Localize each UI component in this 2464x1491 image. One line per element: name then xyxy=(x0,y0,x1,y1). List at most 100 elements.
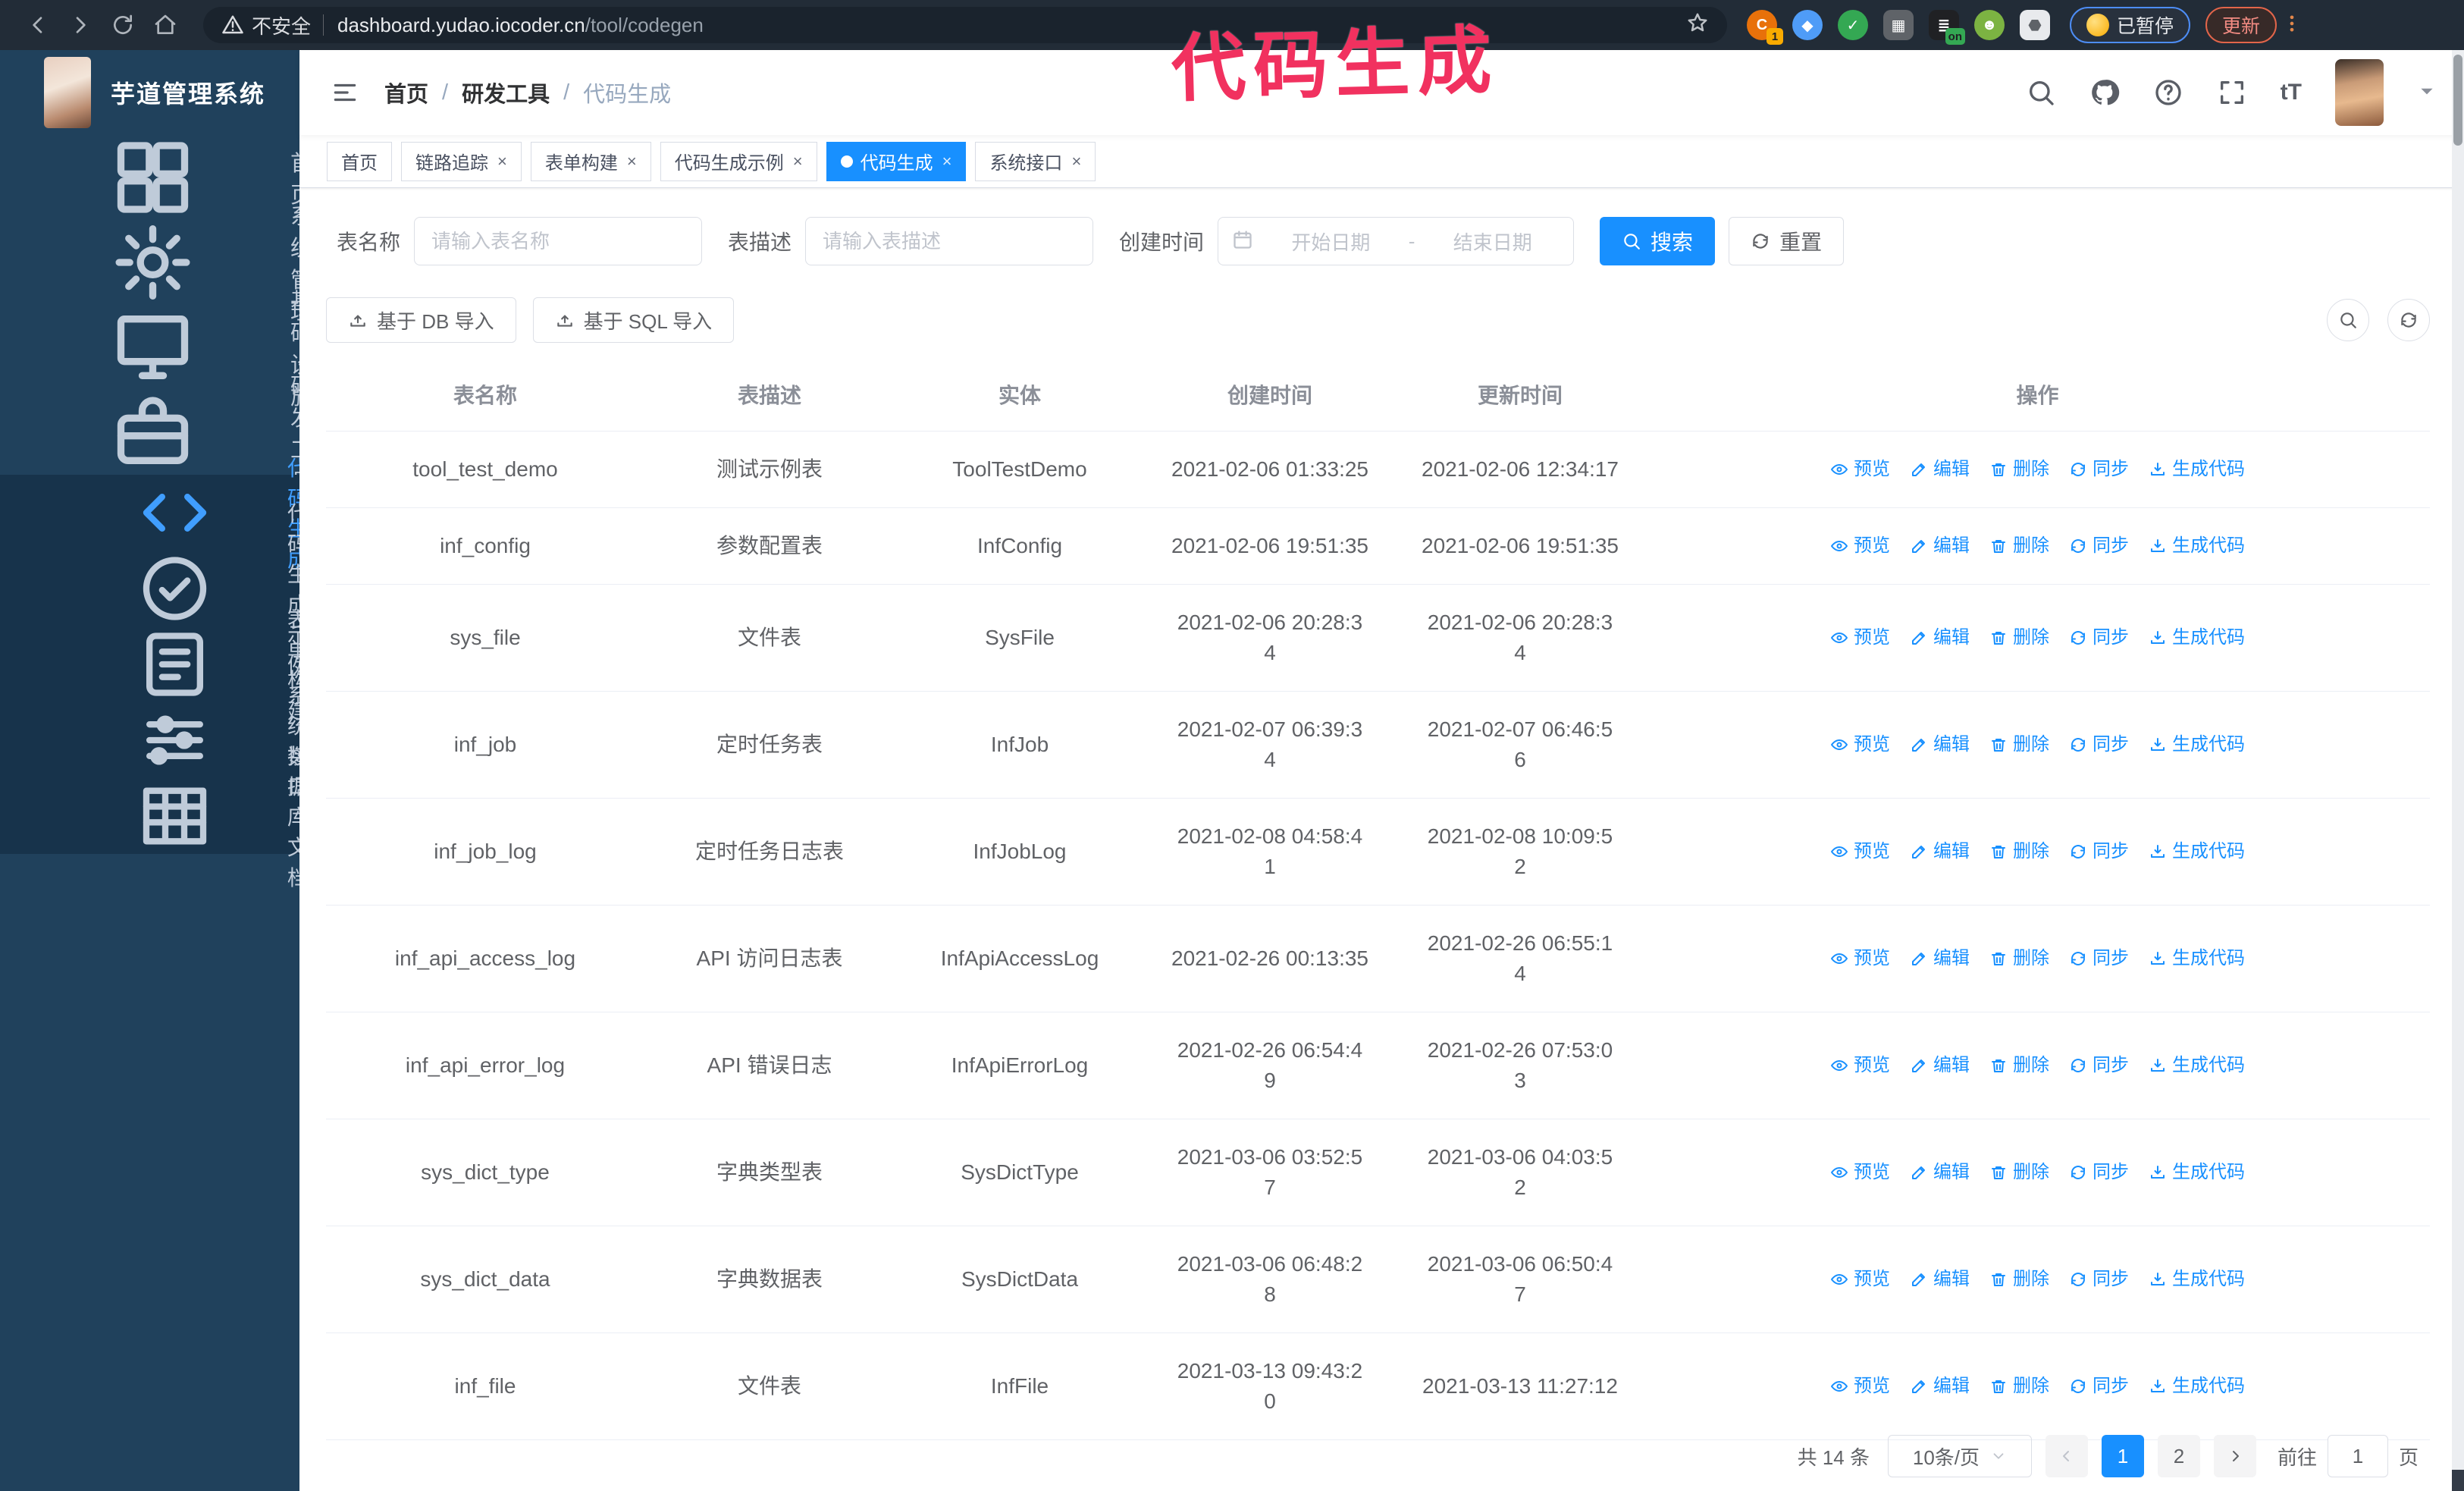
tab-代码生成示例[interactable]: 代码生成示例 × xyxy=(660,141,817,181)
preview-link[interactable]: 预览 xyxy=(1830,531,1890,561)
generate-code-link[interactable]: 生成代码 xyxy=(2149,730,2245,760)
sidebar-item-研发工具[interactable]: 研发工具 xyxy=(0,375,312,494)
end-date-placeholder[interactable]: 结束日期 xyxy=(1425,228,1560,256)
search-button[interactable]: 搜索 xyxy=(1600,217,1716,265)
preview-link[interactable]: 预览 xyxy=(1830,730,1890,760)
sync-link[interactable]: 同步 xyxy=(2069,454,2129,485)
not-secure-warning-icon[interactable] xyxy=(221,14,244,36)
search-icon[interactable] xyxy=(2026,77,2056,108)
edit-link[interactable]: 编辑 xyxy=(1910,1157,1970,1188)
github-icon[interactable] xyxy=(2089,77,2120,108)
preview-link[interactable]: 预览 xyxy=(1830,1371,1890,1402)
generate-code-link[interactable]: 生成代码 xyxy=(2149,1371,2245,1402)
extension-gem-icon[interactable]: ◆ xyxy=(1792,10,1823,40)
sync-link[interactable]: 同步 xyxy=(2069,1157,2129,1188)
extension-check-icon[interactable]: ✓ xyxy=(1838,10,1868,40)
generate-code-link[interactable]: 生成代码 xyxy=(2149,454,2245,485)
avatar-caret-icon[interactable] xyxy=(2417,81,2437,105)
sync-link[interactable]: 同步 xyxy=(2069,837,2129,867)
delete-link[interactable]: 删除 xyxy=(1989,531,2049,561)
extension-bot-icon[interactable]: ☻ xyxy=(1974,10,2005,40)
edit-link[interactable]: 编辑 xyxy=(1910,454,1970,485)
generate-code-link[interactable]: 生成代码 xyxy=(2149,1264,2245,1295)
sync-link[interactable]: 同步 xyxy=(2069,730,2129,760)
generate-code-link[interactable]: 生成代码 xyxy=(2149,623,2245,653)
sync-link[interactable]: 同步 xyxy=(2069,1371,2129,1402)
sync-link[interactable]: 同步 xyxy=(2069,1050,2129,1081)
edit-link[interactable]: 编辑 xyxy=(1910,1371,1970,1402)
page-size-select[interactable]: 10条/页 xyxy=(1887,1435,2032,1477)
user-avatar[interactable] xyxy=(2335,59,2384,126)
tab-close-icon[interactable]: × xyxy=(793,152,803,171)
table-name-input[interactable] xyxy=(414,217,703,265)
tab-表单构建[interactable]: 表单构建 × xyxy=(530,141,651,181)
table-desc-input[interactable] xyxy=(805,217,1094,265)
delete-link[interactable]: 删除 xyxy=(1989,943,2049,974)
sidebar-item-系统管理[interactable]: 系统管理 xyxy=(0,205,312,325)
breadcrumb-home[interactable]: 首页 xyxy=(384,77,428,108)
sidebar-item-首页[interactable]: 首页 xyxy=(0,135,312,220)
start-date-placeholder[interactable]: 开始日期 xyxy=(1264,228,1398,256)
help-icon[interactable] xyxy=(2153,77,2183,108)
sql-import-button[interactable]: 基于 SQL 导入 xyxy=(532,297,735,343)
edit-link[interactable]: 编辑 xyxy=(1910,1264,1970,1295)
sidebar-item-基础设施[interactable]: 基础设施 xyxy=(0,290,312,410)
sync-link[interactable]: 同步 xyxy=(2069,623,2129,653)
refresh-table-button[interactable] xyxy=(2387,299,2430,341)
sync-link[interactable]: 同步 xyxy=(2069,943,2129,974)
generate-code-link[interactable]: 生成代码 xyxy=(2149,943,2245,974)
preview-link[interactable]: 预览 xyxy=(1830,454,1890,485)
sidebar-subitem-代码生成[interactable]: 代码生成 xyxy=(0,457,309,571)
tab-close-icon[interactable]: × xyxy=(942,152,952,171)
sidebar-subitem-代码生成示例[interactable]: 代码生成示例 xyxy=(0,502,309,677)
generate-code-link[interactable]: 生成代码 xyxy=(2149,531,2245,561)
preview-link[interactable]: 预览 xyxy=(1830,623,1890,653)
page-button-1[interactable]: 1 xyxy=(2101,1435,2144,1477)
tab-代码生成[interactable]: 代码生成 × xyxy=(826,141,967,181)
delete-link[interactable]: 删除 xyxy=(1989,1157,2049,1188)
edit-link[interactable]: 编辑 xyxy=(1910,1050,1970,1081)
tab-close-icon[interactable]: × xyxy=(1071,152,1081,171)
address-bar[interactable]: 不安全 dashboard.yudao.iocoder.cn/tool/code… xyxy=(203,7,1727,43)
delete-link[interactable]: 删除 xyxy=(1989,1050,2049,1081)
reset-button[interactable]: 重置 xyxy=(1729,217,1845,265)
logo[interactable]: 芋道管理系统 xyxy=(0,50,299,135)
tab-close-icon[interactable]: × xyxy=(627,152,637,171)
extension-clip-icon[interactable]: ≣ on xyxy=(1929,10,1965,45)
delete-link[interactable]: 删除 xyxy=(1989,837,2049,867)
date-range-picker[interactable]: 开始日期 - 结束日期 xyxy=(1218,217,1575,265)
page-button-2[interactable]: 2 xyxy=(2157,1435,2200,1477)
delete-link[interactable]: 删除 xyxy=(1989,730,2049,760)
font-size-icon[interactable]: tT xyxy=(2281,80,2302,105)
sidebar-subitem-数据库文档[interactable]: 数据库文档 xyxy=(0,745,309,890)
preview-link[interactable]: 预览 xyxy=(1830,837,1890,867)
edit-link[interactable]: 编辑 xyxy=(1910,837,1970,867)
edit-link[interactable]: 编辑 xyxy=(1910,730,1970,760)
tab-链路追踪[interactable]: 链路追踪 × xyxy=(401,141,522,181)
preview-link[interactable]: 预览 xyxy=(1830,943,1890,974)
forward-icon[interactable] xyxy=(59,4,102,46)
bookmark-star-icon[interactable] xyxy=(1686,11,1709,39)
sync-link[interactable]: 同步 xyxy=(2069,1264,2129,1295)
preview-link[interactable]: 预览 xyxy=(1830,1050,1890,1081)
delete-link[interactable]: 删除 xyxy=(1989,1264,2049,1295)
tab-首页[interactable]: 首页 xyxy=(327,141,392,181)
tab-系统接口[interactable]: 系统接口 × xyxy=(975,141,1096,181)
sidebar-collapse-icon[interactable] xyxy=(327,74,363,111)
edit-link[interactable]: 编辑 xyxy=(1910,531,1970,561)
prev-page-button[interactable] xyxy=(2045,1435,2088,1477)
extension-refresh-icon[interactable]: C1 xyxy=(1747,10,1783,45)
delete-link[interactable]: 删除 xyxy=(1989,623,2049,653)
scrollbar-thumb[interactable] xyxy=(2453,55,2462,146)
generate-code-link[interactable]: 生成代码 xyxy=(2149,1050,2245,1081)
home-icon[interactable] xyxy=(144,4,187,46)
delete-link[interactable]: 删除 xyxy=(1989,1371,2049,1402)
scrollbar-track[interactable] xyxy=(2452,50,2464,1491)
breadcrumb-parent[interactable]: 研发工具 xyxy=(462,77,550,108)
delete-link[interactable]: 删除 xyxy=(1989,454,2049,485)
next-page-button[interactable] xyxy=(2213,1435,2256,1477)
back-icon[interactable] xyxy=(17,4,59,46)
toggle-search-button[interactable] xyxy=(2327,299,2369,341)
update-button[interactable]: 更新 xyxy=(2205,7,2277,43)
generate-code-link[interactable]: 生成代码 xyxy=(2149,1157,2245,1188)
